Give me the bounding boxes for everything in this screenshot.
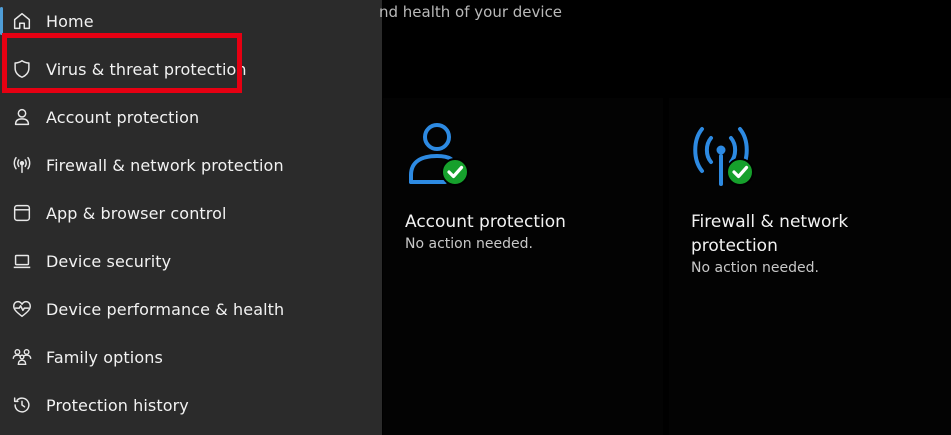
sidebar-item-account-protection[interactable]: Account protection bbox=[0, 97, 382, 137]
sidebar-item-device-performance-health[interactable]: Device performance & health bbox=[0, 289, 382, 329]
firewall-network-protection-card[interactable]: Firewall & network protection No action … bbox=[669, 98, 951, 435]
sidebar-item-label: Firewall & network protection bbox=[46, 155, 284, 175]
sidebar-item-label: Device performance & health bbox=[46, 299, 285, 319]
sidebar-item-label: App & browser control bbox=[46, 203, 227, 223]
card-status: No action needed. bbox=[405, 236, 533, 252]
sidebar-item-label: Home bbox=[46, 11, 94, 31]
sidebar-item-label: Device security bbox=[46, 251, 172, 271]
antenna-icon bbox=[10, 153, 34, 177]
sidebar-item-label: Protection history bbox=[46, 395, 189, 415]
account-check-icon bbox=[409, 123, 469, 186]
card-title: Account protection bbox=[405, 212, 566, 232]
home-icon bbox=[10, 9, 34, 33]
laptop-icon bbox=[10, 249, 34, 273]
sidebar-item-family-options[interactable]: Family options bbox=[0, 337, 382, 377]
family-icon bbox=[10, 345, 34, 369]
sidebar-item-app-browser-control[interactable]: App & browser control bbox=[0, 193, 382, 233]
shield-icon bbox=[10, 57, 34, 81]
card-title-line-2: protection bbox=[691, 236, 778, 256]
active-indicator bbox=[0, 7, 3, 35]
card-status: No action needed. bbox=[691, 260, 819, 276]
person-icon bbox=[10, 105, 34, 129]
antenna-check-icon bbox=[693, 127, 754, 186]
history-icon bbox=[10, 393, 34, 417]
page-subtitle: nd health of your device bbox=[379, 3, 563, 21]
sidebar-item-device-security[interactable]: Device security bbox=[0, 241, 382, 281]
sidebar: Home Virus & threat protection Account p… bbox=[0, 0, 382, 435]
sidebar-item-protection-history[interactable]: Protection history bbox=[0, 385, 382, 425]
heart-pulse-icon bbox=[10, 297, 34, 321]
account-protection-card[interactable]: Account protection No action needed. bbox=[383, 98, 663, 435]
sidebar-item-firewall-network-protection[interactable]: Firewall & network protection bbox=[0, 145, 382, 185]
app-window-icon bbox=[10, 201, 34, 225]
card-title-line-1: Firewall & network bbox=[691, 212, 849, 232]
sidebar-item-virus-threat-protection[interactable]: Virus & threat protection bbox=[0, 49, 382, 89]
sidebar-item-label: Family options bbox=[46, 347, 163, 367]
windows-security-window: Home Virus & threat protection Account p… bbox=[0, 0, 951, 435]
sidebar-item-label: Virus & threat protection bbox=[46, 59, 247, 79]
sidebar-item-label: Account protection bbox=[46, 107, 200, 127]
sidebar-item-home[interactable]: Home bbox=[0, 1, 382, 41]
